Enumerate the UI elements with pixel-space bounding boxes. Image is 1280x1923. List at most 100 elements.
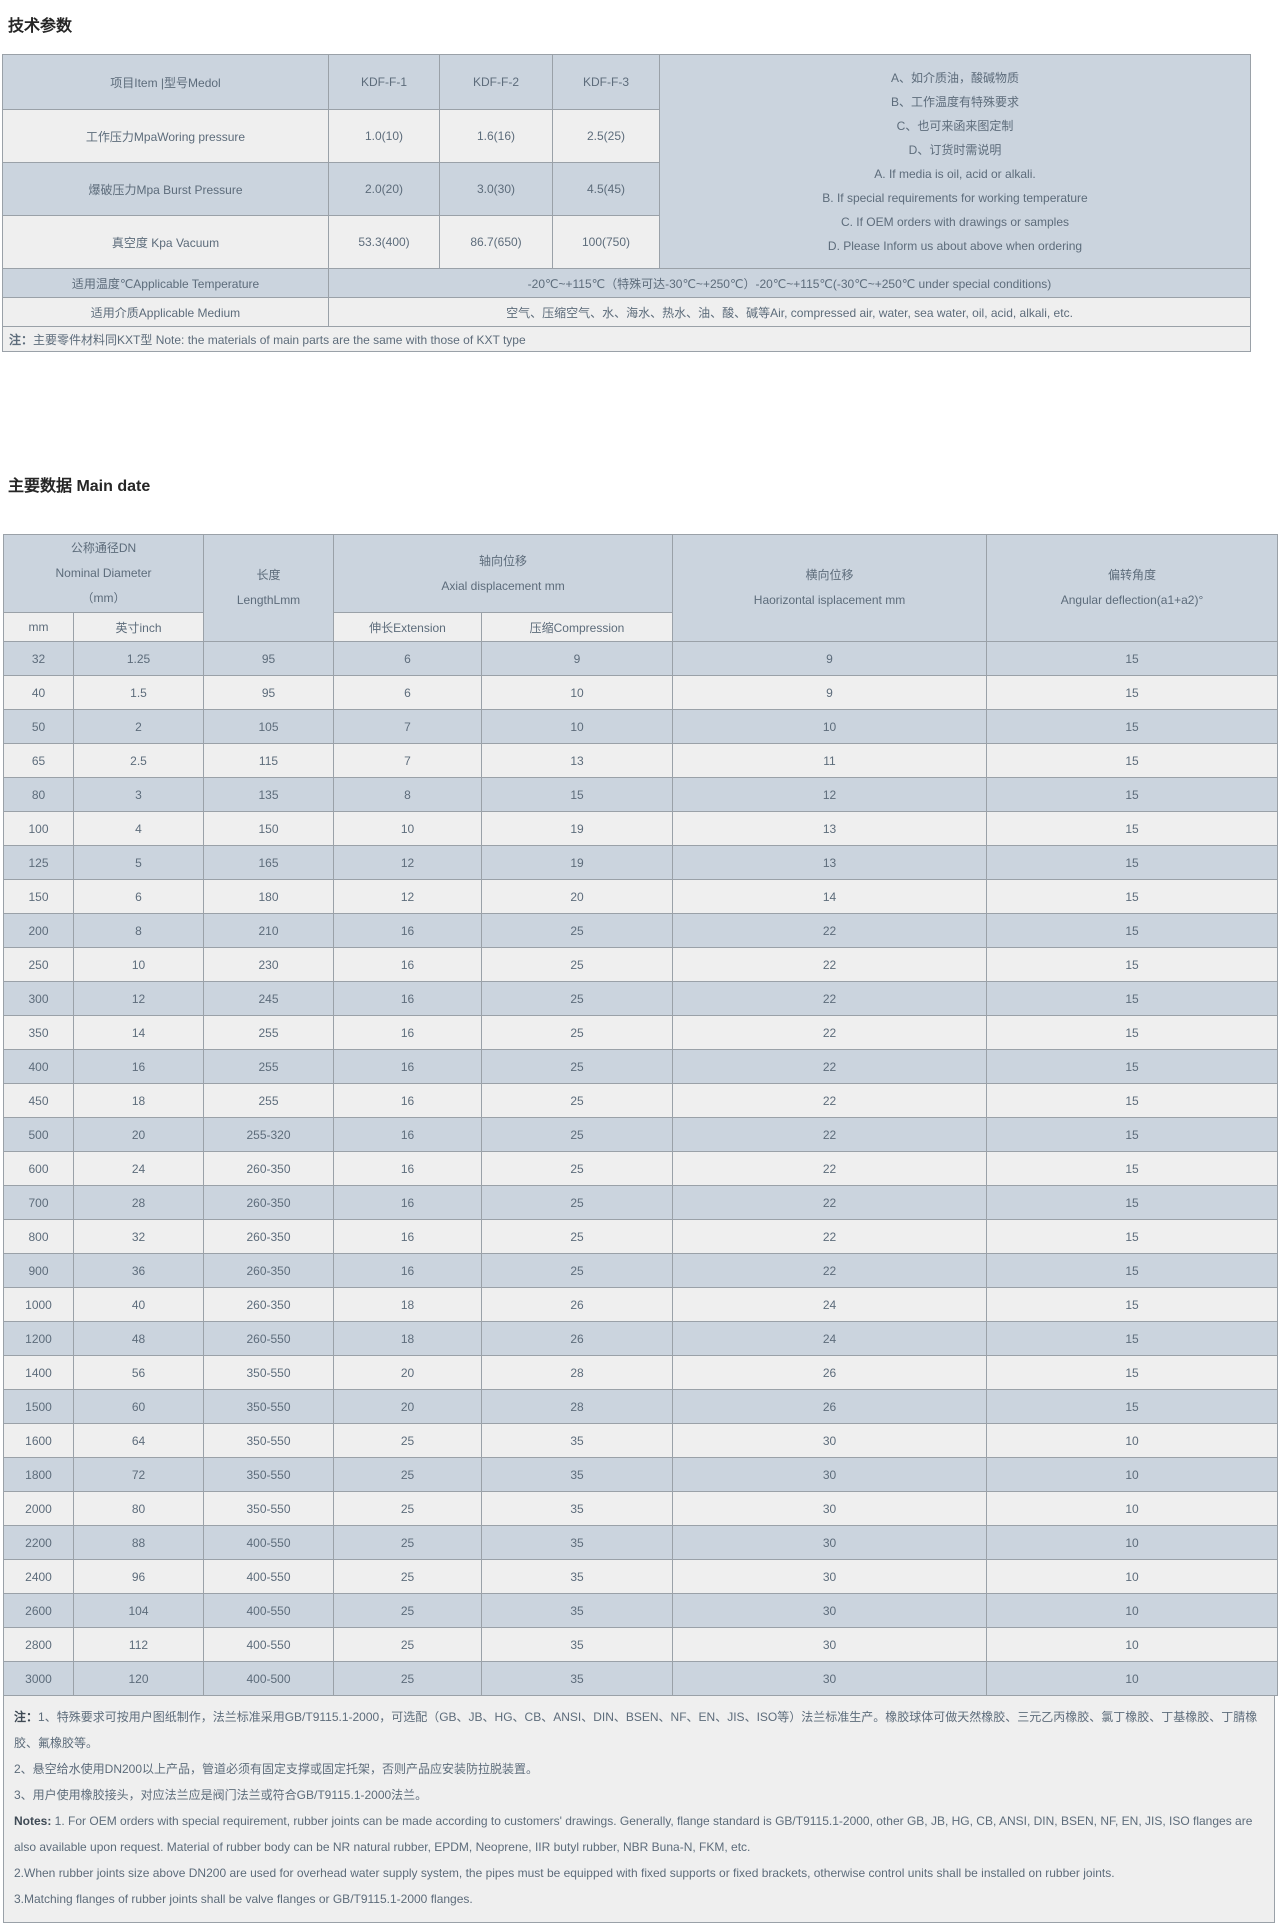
table-cell: 25 — [334, 1662, 482, 1696]
table-cell: 15 — [987, 982, 1278, 1016]
table-cell: 125 — [4, 846, 74, 880]
table-cell: 10 — [987, 1662, 1278, 1696]
table-cell: 16 — [334, 982, 482, 1016]
table-cell: 10 — [74, 948, 204, 982]
note-paragraph: 3、用户使用橡胶接头，对应法兰应是阀门法兰或符合GB/T9115.1-2000法… — [4, 1782, 1274, 1808]
medium-value: 空气、压缩空气、水、海水、热水、油、酸、碱等Air, compressed ai… — [329, 298, 1251, 327]
table-cell: 30 — [673, 1492, 987, 1526]
table-row: 200821016252215 — [4, 914, 1278, 948]
table-cell: 450 — [4, 1084, 74, 1118]
table-cell: 230 — [204, 948, 334, 982]
table-cell: 6 — [334, 676, 482, 710]
table-cell: 400-550 — [204, 1526, 334, 1560]
table-cell: 22 — [673, 1186, 987, 1220]
table-cell: 6 — [74, 880, 204, 914]
note-paragraph: Notes: 1. For OEM orders with special re… — [4, 1808, 1274, 1860]
table-cell: 22 — [673, 1016, 987, 1050]
table-cell: 15 — [987, 1152, 1278, 1186]
table-cell: 22 — [673, 1084, 987, 1118]
table-cell: 2.5(25) — [553, 110, 660, 163]
table-row: 2800112400-55025353010 — [4, 1628, 1278, 1662]
table-cell: 35 — [482, 1492, 673, 1526]
note-paragraph: 注：1、特殊要求可按用户图纸制作，法兰标准采用GB/T9115.1-2000，可… — [4, 1704, 1274, 1756]
table-cell: 15 — [987, 1084, 1278, 1118]
table-cell: 16 — [74, 1050, 204, 1084]
table-cell: 1.5 — [74, 676, 204, 710]
table-cell: 20 — [482, 880, 673, 914]
table-cell: 48 — [74, 1322, 204, 1356]
note-text: 1. For OEM orders with special requireme… — [14, 1814, 1252, 1854]
table-cell: 14 — [74, 1016, 204, 1050]
table-cell: 95 — [204, 676, 334, 710]
column-header-axial: 轴向位移 Axial displacement mm — [334, 535, 673, 613]
table-cell: 1500 — [4, 1390, 74, 1424]
header-row: 公称通径DN Nominal Diameter （mm） 长度 LengthLm… — [4, 535, 1278, 613]
table-row: 240096400-55025353010 — [4, 1560, 1278, 1594]
table-cell: 25 — [482, 1084, 673, 1118]
table-cell: 150 — [204, 812, 334, 846]
table-cell: 10 — [987, 1526, 1278, 1560]
column-header-dn: 公称通径DN Nominal Diameter （mm） — [4, 535, 204, 613]
table-cell: 255 — [204, 1084, 334, 1118]
row-label: 爆破压力Mpa Burst Pressure — [3, 163, 329, 216]
column-header-length: 长度 LengthLmm — [204, 535, 334, 642]
table-cell: 15 — [987, 642, 1278, 676]
table-cell: 260-350 — [204, 1186, 334, 1220]
table-row: 321.259569915 — [4, 642, 1278, 676]
table-cell: 30 — [673, 1458, 987, 1492]
table-cell: 210 — [204, 914, 334, 948]
table-cell: 30 — [673, 1560, 987, 1594]
table-cell: 30 — [673, 1424, 987, 1458]
table-cell: 350-550 — [204, 1390, 334, 1424]
notes-box: 注：1、特殊要求可按用户图纸制作，法兰标准采用GB/T9115.1-2000，可… — [3, 1696, 1275, 1923]
table-row: 90036260-35016252215 — [4, 1254, 1278, 1288]
table-cell: 15 — [987, 1288, 1278, 1322]
table-cell: 30 — [673, 1594, 987, 1628]
table-cell: 28 — [482, 1356, 673, 1390]
footnote-text: 主要零件材料同KXT型 Note: the materials of main … — [33, 333, 526, 347]
table-cell: 350 — [4, 1016, 74, 1050]
table-cell: 16 — [334, 1254, 482, 1288]
table-cell: 22 — [673, 948, 987, 982]
table-row: 140056350-55020282615 — [4, 1356, 1278, 1390]
table-cell: 16 — [334, 1220, 482, 1254]
table-cell: 35 — [482, 1424, 673, 1458]
table-cell: 3000 — [4, 1662, 74, 1696]
item-model-header: 项目Item |型号Medol — [3, 55, 329, 110]
table-cell: 8 — [334, 778, 482, 812]
table-cell: 2000 — [4, 1492, 74, 1526]
table-cell: 250 — [4, 948, 74, 982]
table-row: 120048260-55018262415 — [4, 1322, 1278, 1356]
column-header-horizontal: 横向位移 Haorizontal isplacement mm — [673, 535, 987, 642]
table-cell: 15 — [987, 846, 1278, 880]
table-row: 2600104400-55025353010 — [4, 1594, 1278, 1628]
table-cell: 15 — [987, 1322, 1278, 1356]
table-cell: 1200 — [4, 1322, 74, 1356]
table-cell: 15 — [987, 1186, 1278, 1220]
table-cell: 30 — [673, 1628, 987, 1662]
table-cell: 26 — [482, 1288, 673, 1322]
table-row: 项目Item |型号Medol KDF-F-1 KDF-F-2 KDF-F-3 … — [3, 55, 1251, 110]
table-cell: 25 — [482, 982, 673, 1016]
table-cell: 19 — [482, 846, 673, 880]
table-cell: 1.0(10) — [329, 110, 440, 163]
row-label: 适用温度℃Applicable Temperature — [3, 269, 329, 298]
table-cell: 400 — [4, 1050, 74, 1084]
table-cell: 15 — [987, 1390, 1278, 1424]
note-paragraph: 2、悬空给水使用DN200以上产品，管道必须有固定支撑或固定托架，否则产品应安装… — [4, 1756, 1274, 1782]
table-cell: 4 — [74, 812, 204, 846]
note-text: 3、用户使用橡胶接头，对应法兰应是阀门法兰或符合GB/T9115.1-2000法… — [14, 1788, 427, 1802]
table-cell: 25 — [482, 948, 673, 982]
note-paragraph: 2.When rubber joints size above DN200 ar… — [4, 1860, 1274, 1886]
table-cell: 64 — [74, 1424, 204, 1458]
table-cell: 53.3(400) — [329, 216, 440, 269]
table-cell: 26 — [673, 1390, 987, 1424]
table-cell: 260-350 — [204, 1220, 334, 1254]
tech-footnote: 注：主要零件材料同KXT型 Note: the materials of mai… — [3, 327, 1251, 352]
table-cell: 15 — [987, 880, 1278, 914]
table-row: 80032260-35016252215 — [4, 1220, 1278, 1254]
table-cell: 1.6(16) — [440, 110, 553, 163]
table-cell: 9 — [673, 676, 987, 710]
table-cell: 255 — [204, 1050, 334, 1084]
table-cell: 25 — [334, 1526, 482, 1560]
